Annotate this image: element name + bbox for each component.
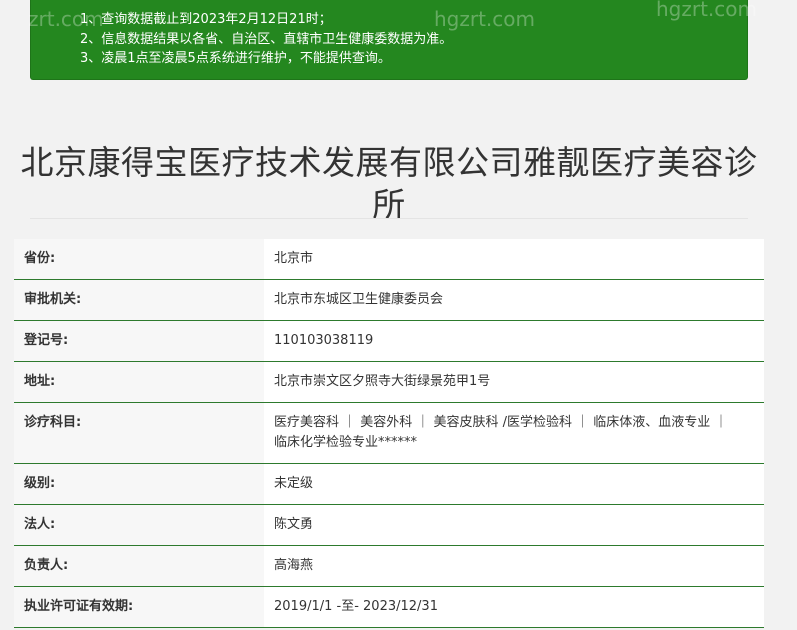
- row-label: 登记号:: [14, 321, 264, 361]
- row-label: 级别:: [14, 464, 264, 504]
- watermark: zrt.com: [28, 7, 104, 31]
- row-label: 省份:: [14, 239, 264, 279]
- table-row: 地址: 北京市崇文区夕照寺大街绿景苑甲1号: [14, 362, 764, 403]
- table-row: 执业许可证有效期: 2019/1/1 -至- 2023/12/31: [14, 587, 764, 628]
- notice-banner: zrt.com hgzrt.com hgzrt.com 1、查询数据截止到202…: [28, 0, 757, 80]
- table-row: 省份: 北京市: [14, 239, 764, 280]
- row-label: 法人:: [14, 505, 264, 545]
- row-value: 110103038119: [274, 333, 374, 348]
- table-row: 审批机关: 北京市东城区卫生健康委员会: [14, 280, 764, 321]
- row-value: 高海燕: [274, 558, 314, 573]
- row-value: 北京市东城区卫生健康委员会: [274, 292, 444, 307]
- divider: [30, 218, 748, 219]
- watermark: hgzrt.com: [434, 7, 536, 31]
- table-row: 法人: 陈文勇: [14, 505, 764, 546]
- page-title: 北京康得宝医疗技术发展有限公司雅靓医疗美容诊所: [20, 143, 758, 225]
- table-row: 级别: 未定级: [14, 464, 764, 505]
- table-row: 登记号: 110103038119: [14, 321, 764, 362]
- row-label: 负责人:: [14, 546, 264, 586]
- info-table: 省份: 北京市 审批机关: 北京市东城区卫生健康委员会 登记号: 1101030…: [14, 239, 764, 628]
- row-label: 诊疗科目:: [14, 403, 264, 463]
- row-value: 陈文勇: [274, 517, 314, 532]
- notice-line: 3、凌晨1点至凌晨5点系统进行维护，不能提供查询。: [80, 51, 391, 66]
- row-label: 审批机关:: [14, 280, 264, 320]
- notice-line: 2、信息数据结果以各省、自治区、直辖市卫生健康委数据为准。: [80, 31, 453, 47]
- row-label: 执业许可证有效期:: [14, 587, 264, 627]
- row-value: 医疗美容科 ｜ 美容外科 ｜ 美容皮肤科 /医学检验科 ｜ 临床体液、血液专业 …: [274, 415, 728, 450]
- watermark: hgzrt.com: [656, 0, 758, 21]
- table-row: 负责人: 高海燕: [14, 546, 764, 587]
- notice-line: 1、查询数据截止到2023年2月12日21时；: [80, 12, 332, 27]
- row-value: 2019/1/1 -至- 2023/12/31: [274, 599, 438, 614]
- row-value: 未定级: [274, 476, 314, 491]
- table-row: 诊疗科目: 医疗美容科 ｜ 美容外科 ｜ 美容皮肤科 /医学检验科 ｜ 临床体液…: [14, 403, 764, 464]
- row-value: 北京市: [274, 251, 314, 266]
- row-label: 地址:: [14, 362, 264, 402]
- row-value: 北京市崇文区夕照寺大街绿景苑甲1号: [274, 374, 491, 389]
